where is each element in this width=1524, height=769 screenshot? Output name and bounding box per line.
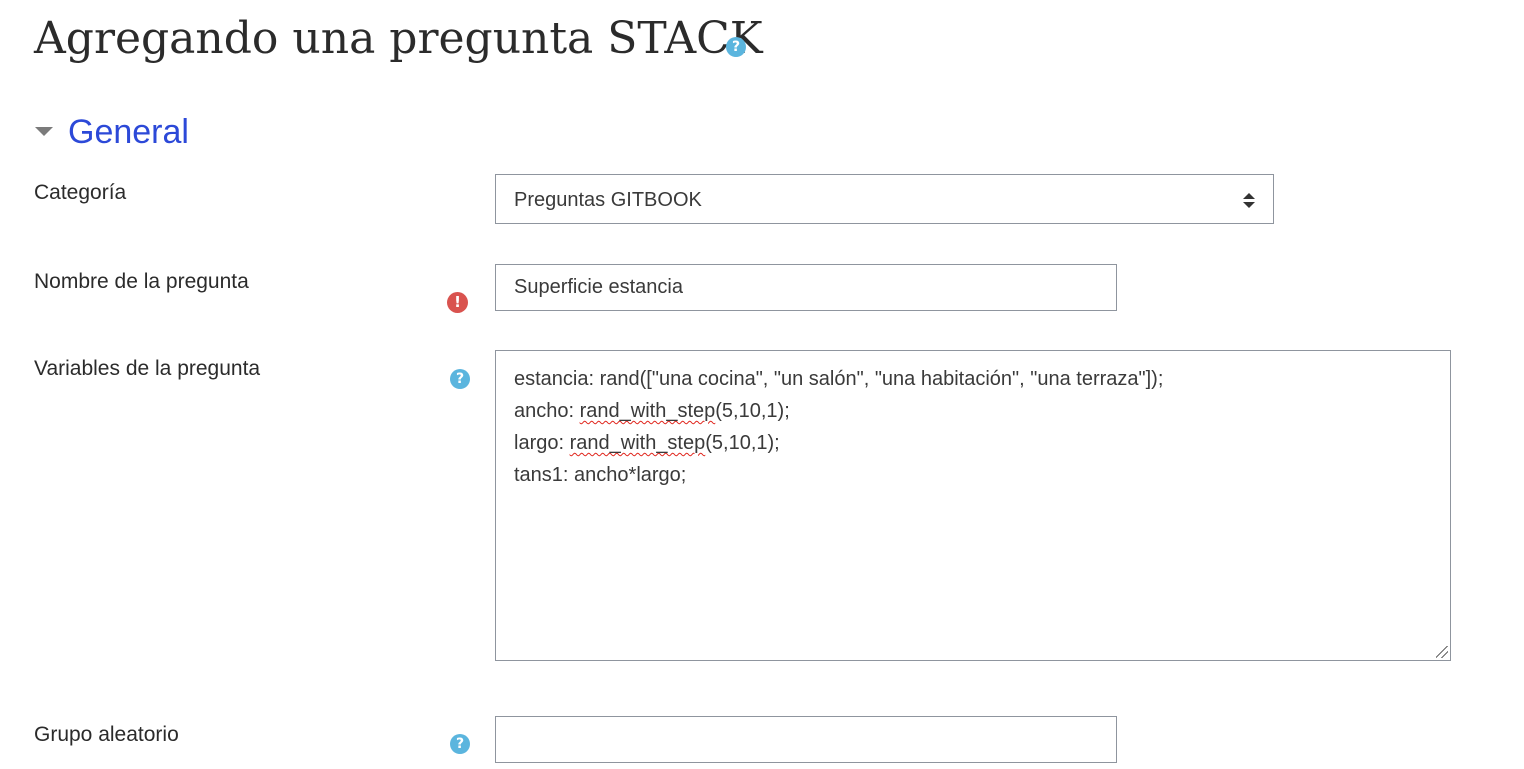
code-line: ancho: rand_with_step(5,10,1); bbox=[514, 395, 1163, 427]
question-name-input[interactable] bbox=[495, 264, 1117, 311]
question-variables-textarea[interactable]: estancia: rand(["una cocina", "un salón"… bbox=[495, 350, 1451, 661]
code-line: estancia: rand(["una cocina", "un salón"… bbox=[514, 363, 1163, 395]
exclamation-circle-icon: ! bbox=[447, 292, 468, 313]
section-title-general[interactable]: General bbox=[68, 110, 189, 154]
page-title-text: Agregando una pregunta STACK bbox=[34, 13, 763, 64]
question-circle-icon[interactable]: ? bbox=[450, 369, 470, 389]
code-text: ancho: bbox=[514, 400, 580, 422]
resize-handle-icon[interactable] bbox=[1436, 646, 1448, 658]
page: Agregando una pregunta STACK ? General C… bbox=[0, 0, 1524, 769]
question-variables-label: Variables de la pregunta bbox=[34, 357, 261, 380]
code-text: estancia: rand(["una cocina", "un salón"… bbox=[514, 368, 1164, 390]
caret-down-icon[interactable] bbox=[35, 127, 53, 136]
code-text: (5,10,1); bbox=[705, 432, 780, 454]
question-variables-content: estancia: rand(["una cocina", "un salón"… bbox=[514, 363, 1163, 491]
misspelled-word: rand_with_step bbox=[579, 400, 716, 422]
code-text: tans1: ancho*largo; bbox=[514, 464, 687, 486]
code-line: largo: rand_with_step(5,10,1); bbox=[514, 427, 1163, 459]
category-label: Categoría bbox=[34, 181, 127, 204]
misspelled-word: rand_with_step bbox=[569, 432, 706, 454]
category-select[interactable]: Preguntas GITBOOK bbox=[495, 174, 1274, 224]
code-text: (5,10,1); bbox=[715, 400, 790, 422]
page-title: Agregando una pregunta STACK bbox=[34, 10, 763, 68]
code-text: largo: bbox=[514, 432, 570, 454]
question-name-label: Nombre de la pregunta bbox=[34, 270, 249, 293]
question-circle-icon[interactable]: ? bbox=[726, 37, 746, 57]
code-line: tans1: ancho*largo; bbox=[514, 459, 1163, 491]
question-circle-icon[interactable]: ? bbox=[450, 734, 470, 754]
category-selected-value: Preguntas GITBOOK bbox=[514, 189, 702, 211]
select-arrows-icon bbox=[1243, 193, 1255, 209]
random-group-input[interactable] bbox=[495, 716, 1117, 763]
random-group-label: Grupo aleatorio bbox=[34, 723, 179, 746]
